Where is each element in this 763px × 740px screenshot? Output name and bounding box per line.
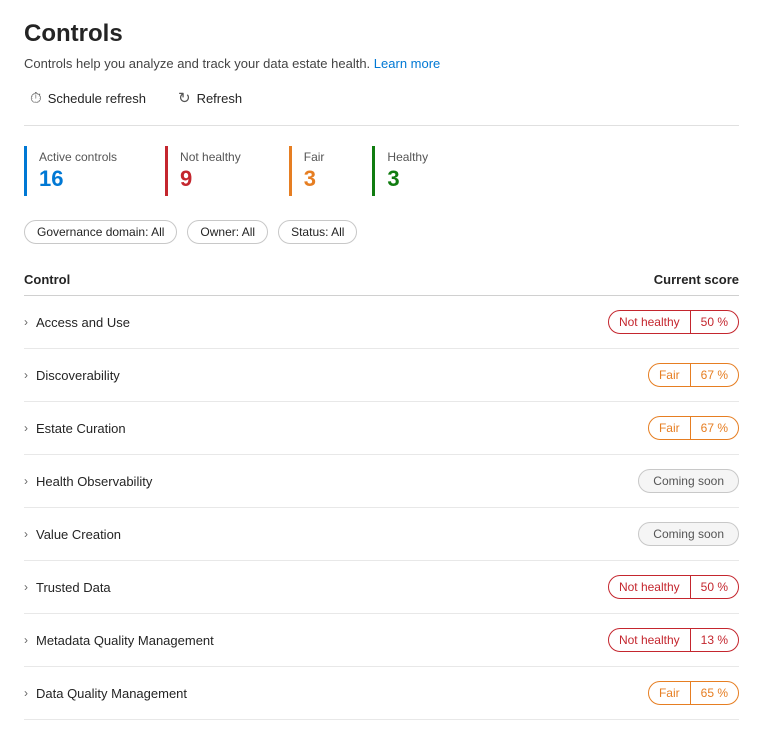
stat-label: Fair: [304, 150, 325, 164]
table-header: Control Current score: [24, 264, 739, 296]
badge-percent: 50 %: [690, 576, 738, 598]
row-control-name: Value Creation: [36, 527, 121, 542]
table-row[interactable]: › Estate Curation Fair 67 %: [24, 402, 739, 455]
refresh-icon: ↻: [178, 89, 191, 107]
stat-value: 9: [180, 166, 241, 192]
badge-status: Coming soon: [639, 470, 738, 492]
row-control-name: Trusted Data: [36, 580, 111, 595]
score-badge: Not healthy 50 %: [608, 310, 739, 334]
schedule-icon: ⏱: [30, 90, 42, 107]
score-badge: Not healthy 13 %: [608, 628, 739, 652]
filter-chip-domain[interactable]: Governance domain: All: [24, 220, 177, 244]
row-left: › Data Quality Management: [24, 686, 187, 701]
stat-card-healthy: Healthy 3: [372, 146, 428, 196]
chevron-right-icon: ›: [24, 421, 28, 435]
row-control-name: Metadata Quality Management: [36, 633, 214, 648]
table-row[interactable]: › Discoverability Fair 67 %: [24, 349, 739, 402]
col-control-header: Control: [24, 272, 70, 287]
table-row[interactable]: › Data Quality Management Fair 65 %: [24, 667, 739, 720]
table-row[interactable]: › Access and Use Not healthy 50 %: [24, 296, 739, 349]
table-row[interactable]: › Trusted Data Not healthy 50 %: [24, 561, 739, 614]
toolbar: ⏱ Schedule refresh ↻ Refresh: [24, 85, 739, 126]
chevron-right-icon: ›: [24, 315, 28, 329]
refresh-button[interactable]: ↻ Refresh: [172, 85, 248, 111]
table-row[interactable]: › Health Observability Coming soon: [24, 455, 739, 508]
chevron-right-icon: ›: [24, 686, 28, 700]
badge-status: Fair: [649, 364, 690, 386]
badge-percent: 67 %: [690, 364, 738, 386]
row-control-name: Access and Use: [36, 315, 130, 330]
filter-chip-owner[interactable]: Owner: All: [187, 220, 268, 244]
filters-row: Governance domain: All Owner: All Status: …: [24, 220, 739, 244]
badge-percent: 50 %: [690, 311, 738, 333]
schedule-refresh-button[interactable]: ⏱ Schedule refresh: [24, 86, 152, 111]
stat-label: Healthy: [387, 150, 428, 164]
badge-status: Not healthy: [609, 311, 690, 333]
page-subtitle: Controls help you analyze and track your…: [24, 56, 739, 71]
stat-label: Not healthy: [180, 150, 241, 164]
score-badge: Fair 67 %: [648, 363, 739, 387]
chevron-right-icon: ›: [24, 580, 28, 594]
stat-card-active: Active controls 16: [24, 146, 117, 196]
col-score-header: Current score: [654, 272, 739, 287]
score-badge: Coming soon: [638, 522, 739, 546]
badge-percent: 67 %: [690, 417, 738, 439]
stats-row: Active controls 16 Not healthy 9 Fair 3 …: [24, 146, 739, 196]
badge-status: Not healthy: [609, 629, 690, 651]
badge-status: Coming soon: [639, 523, 738, 545]
row-control-name: Estate Curation: [36, 421, 126, 436]
badge-status: Fair: [649, 417, 690, 439]
badge-percent: 65 %: [690, 682, 738, 704]
score-badge: Fair 67 %: [648, 416, 739, 440]
badge-status: Not healthy: [609, 576, 690, 598]
score-badge: Coming soon: [638, 469, 739, 493]
row-left: › Discoverability: [24, 368, 120, 383]
score-badge: Not healthy 50 %: [608, 575, 739, 599]
chevron-right-icon: ›: [24, 527, 28, 541]
table-body: › Access and Use Not healthy 50 % › Disc…: [24, 296, 739, 720]
score-badge: Fair 65 %: [648, 681, 739, 705]
stat-card-not-healthy: Not healthy 9: [165, 146, 241, 196]
table-row[interactable]: › Metadata Quality Management Not health…: [24, 614, 739, 667]
chevron-right-icon: ›: [24, 633, 28, 647]
table-row[interactable]: › Value Creation Coming soon: [24, 508, 739, 561]
row-left: › Access and Use: [24, 315, 130, 330]
page-title: Controls: [24, 20, 739, 48]
row-left: › Trusted Data: [24, 580, 111, 595]
row-left: › Value Creation: [24, 527, 121, 542]
badge-status: Fair: [649, 682, 690, 704]
stat-value: 3: [304, 166, 325, 192]
row-control-name: Health Observability: [36, 474, 152, 489]
row-left: › Estate Curation: [24, 421, 126, 436]
chevron-right-icon: ›: [24, 474, 28, 488]
stat-card-fair: Fair 3: [289, 146, 325, 196]
row-control-name: Discoverability: [36, 368, 120, 383]
row-left: › Metadata Quality Management: [24, 633, 214, 648]
chevron-right-icon: ›: [24, 368, 28, 382]
stat-value: 16: [39, 166, 117, 192]
filter-chip-status[interactable]: Status: All: [278, 220, 357, 244]
stat-value: 3: [387, 166, 428, 192]
stat-label: Active controls: [39, 150, 117, 164]
learn-more-link[interactable]: Learn more: [374, 56, 440, 71]
badge-percent: 13 %: [690, 629, 738, 651]
row-control-name: Data Quality Management: [36, 686, 187, 701]
row-left: › Health Observability: [24, 474, 152, 489]
